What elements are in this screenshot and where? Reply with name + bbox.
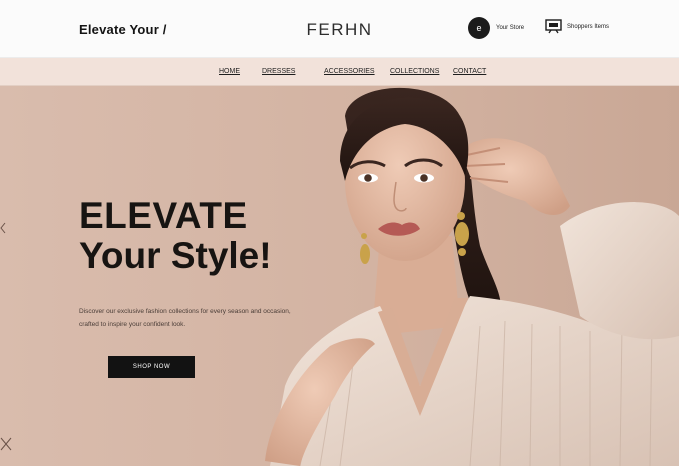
nav-item-collections[interactable]: COLLECTIONS xyxy=(390,68,439,75)
left-arrow-icon[interactable] xyxy=(0,222,6,234)
account-label: Your Store xyxy=(496,25,525,31)
nav-item-dresses[interactable]: DRESSES xyxy=(262,68,295,75)
account-link[interactable]: e Your Store xyxy=(468,17,524,39)
shopping-bag-label: Shoppers Items xyxy=(567,23,610,30)
shopping-bag-icon xyxy=(545,19,562,34)
hero-description: Discover our exclusive fashion collectio… xyxy=(79,308,291,328)
hero-headline-line1: ELEVATE xyxy=(79,195,248,236)
nav-item-contact[interactable]: CONTACT xyxy=(453,68,486,75)
main-nav: HOME DRESSES ACCESSORIES COLLECTIONS CON… xyxy=(0,58,679,86)
close-icon[interactable] xyxy=(0,436,12,452)
nav-item-accessories[interactable]: ACCESSORIES xyxy=(324,68,375,75)
shopping-bag-link[interactable]: Shoppers Items xyxy=(545,19,609,34)
account-icon: e xyxy=(468,17,490,39)
hero-headline-line2: Your Style! xyxy=(79,235,272,276)
nav-item-home[interactable]: HOME xyxy=(219,68,240,75)
shop-now-button[interactable]: SHOP NOW xyxy=(108,356,195,378)
top-header: Elevate Your / FERHN e Your Store Shoppe… xyxy=(0,0,679,58)
